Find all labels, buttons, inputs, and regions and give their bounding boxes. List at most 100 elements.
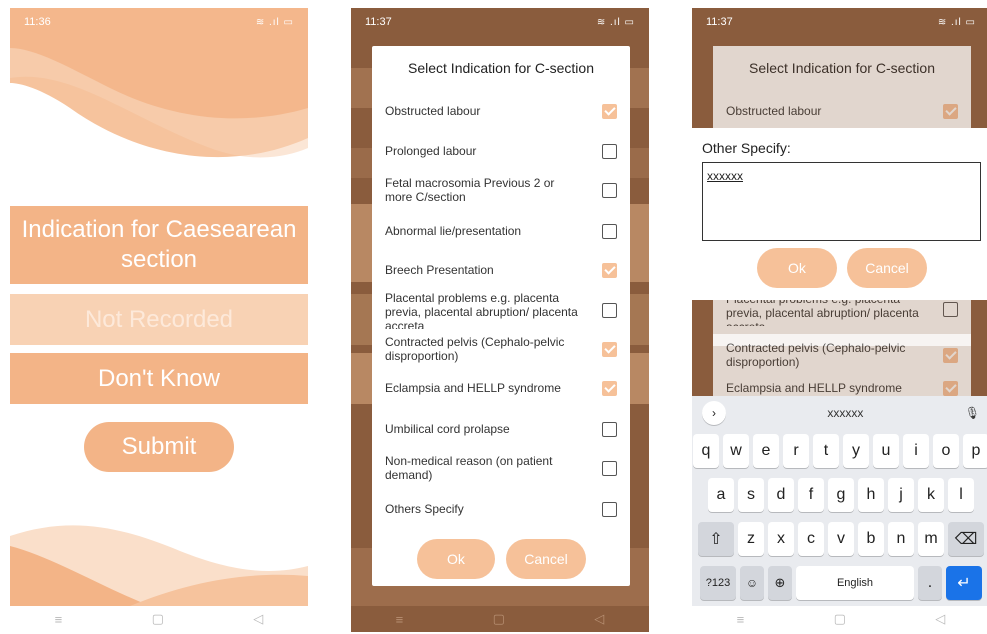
- status-bar: 11:36 ≋ .ıl ▭: [10, 8, 308, 36]
- option-row[interactable]: Abnormal lie/presentation: [385, 218, 617, 244]
- checkbox-checked[interactable]: [602, 341, 617, 357]
- checkbox-checked: [943, 380, 958, 396]
- backspace-icon[interactable]: ⌫: [948, 522, 984, 556]
- ok-button[interactable]: Ok: [757, 248, 837, 288]
- suggestion-word[interactable]: xxxxxx: [827, 406, 863, 420]
- dialog-title: Select Indication for C-section: [408, 60, 594, 76]
- option-row[interactable]: Breech Presentation: [385, 257, 617, 283]
- screen-other-specify: 11:37 ≋ .ıl ▭ Select Indication for C-se…: [692, 8, 987, 632]
- specify-input[interactable]: xxxxxx: [702, 162, 981, 241]
- option-row[interactable]: Fetal macrosomia Previous 2 or more C/se…: [385, 173, 617, 207]
- key[interactable]: h: [858, 478, 884, 512]
- key[interactable]: m: [918, 522, 944, 556]
- cancel-button[interactable]: Cancel: [506, 539, 586, 579]
- checkbox-checked[interactable]: [602, 103, 617, 119]
- expand-icon[interactable]: ›: [702, 401, 726, 425]
- option-label: Eclampsia and HELLP syndrome: [385, 381, 561, 395]
- specify-label: Other Specify:: [702, 140, 791, 156]
- option-label: Abnormal lie/presentation: [385, 224, 522, 238]
- option-row[interactable]: Non-medical reason (on patient demand): [385, 451, 617, 485]
- option-label: Eclampsia and HELLP syndrome: [726, 381, 902, 395]
- key[interactable]: w: [723, 434, 749, 468]
- suggestion-bar: › xxxxxx 🎙: [692, 396, 987, 430]
- status-time: 11:37: [706, 16, 733, 28]
- key[interactable]: s: [738, 478, 764, 512]
- cancel-button[interactable]: Cancel: [847, 248, 927, 288]
- back-icon[interactable]: ◁: [935, 611, 945, 627]
- key[interactable]: y: [843, 434, 869, 468]
- key[interactable]: p: [963, 434, 987, 468]
- option-row: Eclampsia and HELLP syndrome: [726, 378, 958, 398]
- checkbox[interactable]: [602, 302, 617, 318]
- key[interactable]: f: [798, 478, 824, 512]
- key-row-1: q w e r t y u i o p: [692, 434, 987, 470]
- mic-icon[interactable]: 🎙: [965, 406, 980, 420]
- key[interactable]: t: [813, 434, 839, 468]
- globe-icon[interactable]: ⊕: [768, 566, 792, 600]
- key[interactable]: x: [768, 522, 794, 556]
- period-key[interactable]: .: [918, 566, 942, 600]
- submit-button[interactable]: Submit: [84, 422, 234, 472]
- option-row[interactable]: Prolonged labour: [385, 138, 617, 164]
- menu-icon[interactable]: ≡: [737, 612, 745, 627]
- key[interactable]: v: [828, 522, 854, 556]
- key[interactable]: u: [873, 434, 899, 468]
- ok-button[interactable]: Ok: [417, 539, 495, 579]
- checkbox[interactable]: [602, 501, 617, 517]
- status-icons: ≋ .ıl ▭: [937, 16, 976, 28]
- key[interactable]: a: [708, 478, 734, 512]
- status-bar: 11:37 ≋ .ıl ▭: [692, 8, 987, 36]
- option-row[interactable]: Others Specify: [385, 496, 617, 522]
- key[interactable]: o: [933, 434, 959, 468]
- checkbox[interactable]: [602, 182, 617, 198]
- key[interactable]: r: [783, 434, 809, 468]
- dont-know-button[interactable]: Don't Know: [10, 353, 308, 404]
- screen-select-indication: 11:37 ≋ .ıl ▭ Select Indication for C-se…: [351, 8, 649, 632]
- status-time: 11:36: [24, 16, 51, 28]
- key-row-2: a s d f g h j k l: [692, 478, 987, 514]
- option-row[interactable]: Eclampsia and HELLP syndrome: [385, 375, 617, 401]
- home-icon[interactable]: ▢: [493, 611, 505, 627]
- key[interactable]: b: [858, 522, 884, 556]
- enter-icon[interactable]: ↵: [946, 566, 982, 600]
- key[interactable]: q: [693, 434, 719, 468]
- not-recorded-button[interactable]: Not Recorded: [10, 294, 308, 345]
- space-key[interactable]: English: [796, 566, 914, 600]
- emoji-icon[interactable]: ☺: [740, 566, 764, 600]
- checkbox[interactable]: [602, 460, 617, 476]
- symbols-key[interactable]: ?123: [700, 566, 736, 600]
- option-row[interactable]: Contracted pelvis (Cephalo-pelvic dispro…: [385, 332, 617, 366]
- home-icon[interactable]: ▢: [834, 611, 846, 627]
- back-icon[interactable]: ◁: [594, 611, 604, 627]
- back-icon[interactable]: ◁: [253, 611, 263, 627]
- key[interactable]: k: [918, 478, 944, 512]
- option-row[interactable]: Obstructed labour: [385, 98, 617, 124]
- key[interactable]: j: [888, 478, 914, 512]
- shift-icon[interactable]: ⇧: [698, 522, 734, 556]
- key[interactable]: z: [738, 522, 764, 556]
- checkbox[interactable]: [602, 421, 617, 437]
- menu-icon[interactable]: ≡: [55, 612, 63, 627]
- key[interactable]: l: [948, 478, 974, 512]
- menu-icon[interactable]: ≡: [396, 612, 404, 627]
- key[interactable]: d: [768, 478, 794, 512]
- checkbox-checked[interactable]: [602, 380, 617, 396]
- option-label: Prolonged labour: [385, 144, 477, 158]
- key[interactable]: e: [753, 434, 779, 468]
- home-icon[interactable]: ▢: [152, 611, 164, 627]
- option-label: Fetal macrosomia Previous 2 or more C/se…: [385, 176, 555, 204]
- key-row-3: ⇧ z x c v b n m ⌫: [692, 522, 987, 558]
- checkbox[interactable]: [602, 143, 617, 159]
- key[interactable]: c: [798, 522, 824, 556]
- nav-bar: ≡ ▢ ◁: [351, 606, 649, 632]
- key[interactable]: g: [828, 478, 854, 512]
- option-label: Others Specify: [385, 502, 464, 516]
- option-label: Breech Presentation: [385, 263, 494, 277]
- checkbox[interactable]: [602, 223, 617, 239]
- key[interactable]: i: [903, 434, 929, 468]
- option-row[interactable]: Placental problems e.g. placenta previa,…: [385, 291, 617, 329]
- screen-indication: 11:36 ≋ .ıl ▭ Indication for Caesearean …: [10, 8, 308, 632]
- option-row[interactable]: Umbilical cord prolapse: [385, 416, 617, 442]
- checkbox-checked[interactable]: [602, 262, 617, 278]
- key[interactable]: n: [888, 522, 914, 556]
